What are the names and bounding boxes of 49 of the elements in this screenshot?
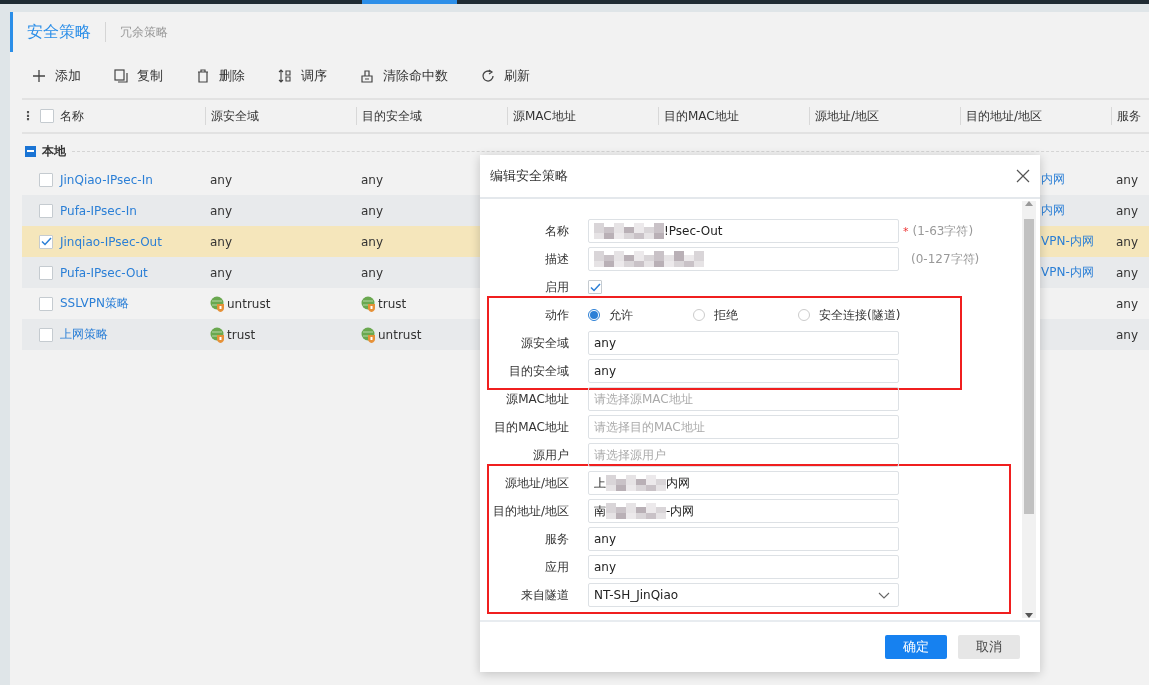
table-cell: any [1116, 296, 1139, 311]
table-cell: VPN-内网 [1041, 233, 1094, 250]
field-label: 目的安全域 [508, 362, 570, 380]
field-label: 源地址/地区 [503, 474, 570, 492]
group-label: 本地 [42, 142, 66, 160]
table-cell: trust [378, 296, 407, 311]
table-cell: 内网 [1041, 171, 1065, 188]
table-cell: untrust [378, 327, 422, 342]
field-label: 动作 [544, 306, 570, 324]
field-label: 服务 [544, 530, 570, 548]
dialog-title: 编辑安全策略 [490, 167, 568, 185]
field-label: 来自隧道 [520, 586, 570, 604]
field-label: 应用 [544, 558, 570, 576]
column-header: 目的安全域 [362, 107, 422, 125]
field-label: 源安全域 [520, 334, 570, 352]
field-label: 源MAC地址 [505, 390, 570, 408]
column-header: 源安全域 [211, 107, 259, 125]
column-header: 源地址/地区 [815, 107, 880, 125]
column-header: 服务 [1117, 107, 1141, 125]
table-cell: any [1116, 172, 1139, 187]
field-label: 名称 [544, 222, 570, 240]
column-header: 源MAC地址 [513, 107, 576, 125]
table-cell: VPN-内网 [1041, 264, 1094, 281]
table-cell: any [1116, 203, 1139, 218]
field-label: 目的地址/地区 [491, 502, 570, 520]
field-label: 描述 [544, 250, 570, 268]
field-label: 源用户 [532, 446, 570, 464]
field-hint: (1-63字符) [912, 222, 974, 240]
table-cell: any [361, 172, 384, 187]
column-header: 名称 [60, 107, 84, 125]
column-header: 目的MAC地址 [664, 107, 739, 125]
table-cell: any [210, 172, 233, 187]
table-cell: untrust [227, 296, 271, 311]
table-cell: any [361, 234, 384, 249]
required-mark: * [903, 224, 909, 238]
table-cell: any [1116, 265, 1139, 280]
table-cell: any [361, 203, 384, 218]
table-cell: any [210, 265, 233, 280]
table-cell: any [210, 203, 233, 218]
table-cell: any [210, 234, 233, 249]
field-label: 启用 [544, 278, 570, 296]
field-hint: (0-127字符) [911, 250, 980, 268]
table-cell: 内网 [1041, 202, 1065, 219]
field-label: 目的MAC地址 [493, 418, 570, 436]
table-cell: any [1116, 234, 1139, 249]
table-cell: any [1116, 327, 1139, 342]
column-header: 目的地址/地区 [966, 107, 1043, 125]
table-cell: any [361, 265, 384, 280]
table-cell: trust [227, 327, 256, 342]
